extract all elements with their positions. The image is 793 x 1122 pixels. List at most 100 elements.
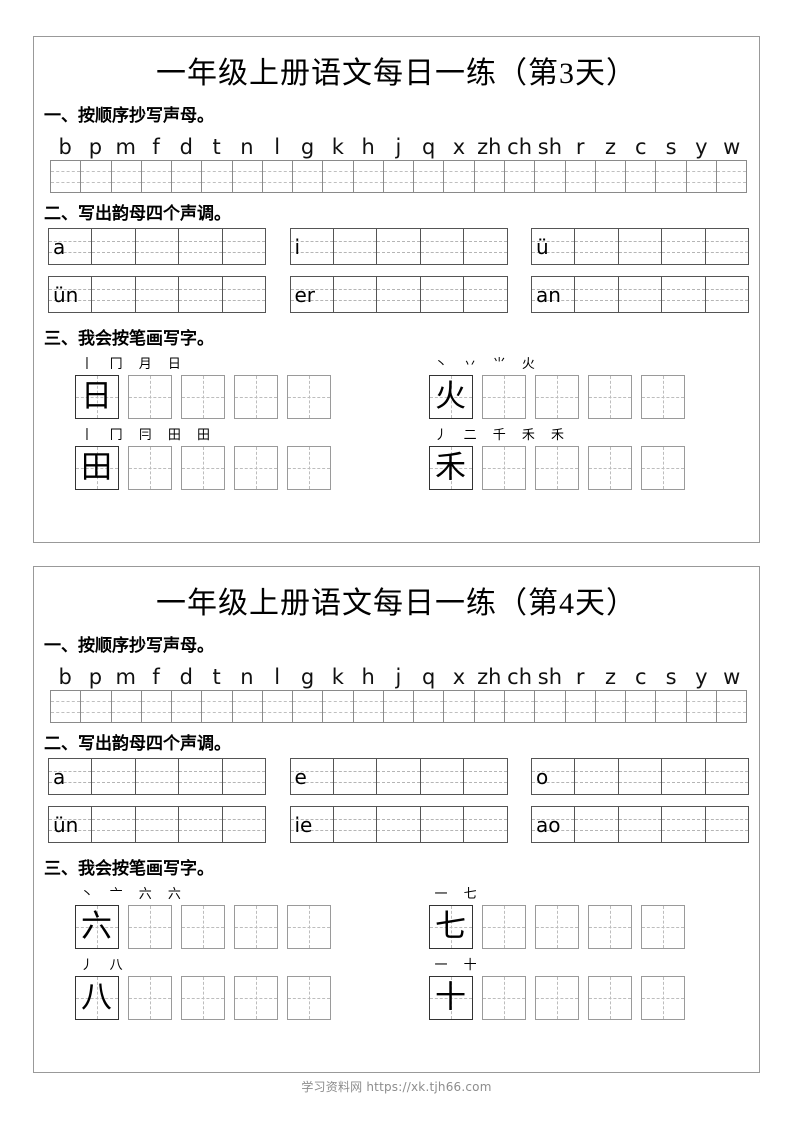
tone-grid-cell[interactable]	[92, 807, 136, 842]
tone-grid-cell[interactable]	[179, 277, 223, 312]
four-line-grid-cell[interactable]	[504, 161, 536, 192]
tone-grid-cell[interactable]	[179, 229, 223, 264]
four-line-grid-cell[interactable]	[716, 161, 748, 192]
tianzige-blank-cell[interactable]	[127, 905, 172, 949]
tone-grid-cell[interactable]	[135, 229, 180, 264]
tianzige-blank-cell[interactable]	[286, 905, 331, 949]
tone-grid-cell[interactable]	[420, 229, 465, 264]
four-line-grid-day4[interactable]	[50, 690, 748, 723]
four-line-grid-cell[interactable]	[141, 691, 173, 722]
tone-grid-cell[interactable]: a	[49, 229, 93, 264]
tone-grid-cell[interactable]	[179, 807, 223, 842]
tianzige-blank-cell[interactable]	[180, 446, 225, 490]
four-line-grid-cell[interactable]	[232, 691, 263, 722]
tone-grid-cell[interactable]	[420, 759, 465, 794]
four-line-grid-cell[interactable]	[202, 691, 233, 722]
tianzige-blank-cell[interactable]	[127, 375, 172, 419]
tianzige-blank-cell[interactable]	[481, 375, 526, 419]
tianzige-blank-cell[interactable]	[587, 905, 632, 949]
tianzige-model-cell[interactable]: 七	[428, 905, 473, 949]
four-line-grid-cell[interactable]	[81, 161, 112, 192]
tianzige-blank-cell[interactable]	[640, 375, 685, 419]
tianzige-blank-cell[interactable]	[180, 976, 225, 1020]
tone-grid-cell[interactable]	[377, 807, 421, 842]
four-line-grid-day3[interactable]	[50, 160, 748, 193]
tone-grid-cell[interactable]	[618, 229, 663, 264]
tone-grid-cell[interactable]	[464, 229, 508, 264]
four-line-grid-cell[interactable]	[172, 161, 203, 192]
four-line-grid-cell[interactable]	[141, 161, 173, 192]
tone-grid-cell[interactable]: ao	[532, 807, 576, 842]
tone-grid-cell[interactable]	[135, 807, 180, 842]
tone-grid-cell[interactable]	[92, 759, 136, 794]
tianzige-model-cell[interactable]: 日	[74, 375, 119, 419]
tianzige-blank-cell[interactable]	[640, 905, 685, 949]
four-line-grid-cell[interactable]	[504, 691, 536, 722]
tone-practice-grid[interactable]: er	[289, 276, 508, 313]
tone-grid-cell[interactable]	[222, 807, 267, 842]
tianzige-blank-cell[interactable]	[587, 976, 632, 1020]
four-line-grid-cell[interactable]	[595, 161, 627, 192]
tone-grid-cell[interactable]: ün	[49, 277, 93, 312]
tianzige-blank-cell[interactable]	[640, 446, 685, 490]
tone-grid-cell[interactable]	[135, 277, 180, 312]
tone-grid-cell[interactable]	[377, 229, 421, 264]
tianzige-blank-cell[interactable]	[481, 976, 526, 1020]
four-line-grid-cell[interactable]	[232, 161, 263, 192]
four-line-grid-cell[interactable]	[656, 161, 687, 192]
tianzige-blank-cell[interactable]	[127, 446, 172, 490]
four-line-grid-cell[interactable]	[383, 691, 415, 722]
tone-practice-grid[interactable]: ie	[289, 806, 508, 843]
four-line-grid-cell[interactable]	[293, 161, 324, 192]
tone-grid-cell[interactable]	[420, 277, 465, 312]
four-line-grid-cell[interactable]	[51, 691, 82, 722]
tone-grid-cell[interactable]	[222, 277, 267, 312]
tone-practice-grid[interactable]: ün	[48, 806, 267, 843]
tianzige-blank-cell[interactable]	[481, 446, 526, 490]
tone-grid-cell[interactable]	[179, 759, 223, 794]
four-line-grid-cell[interactable]	[626, 161, 657, 192]
four-line-grid-cell[interactable]	[535, 691, 566, 722]
tone-grid-cell[interactable]	[662, 229, 706, 264]
tone-grid-cell[interactable]	[333, 277, 378, 312]
tone-grid-cell[interactable]	[222, 759, 267, 794]
tone-grid-cell[interactable]	[92, 229, 136, 264]
four-line-grid-cell[interactable]	[444, 691, 475, 722]
tianzige-model-cell[interactable]: 十	[428, 976, 473, 1020]
tone-grid-cell[interactable]: ün	[49, 807, 93, 842]
tone-grid-cell[interactable]	[464, 807, 508, 842]
tone-grid-cell[interactable]	[333, 759, 378, 794]
tone-grid-cell[interactable]	[420, 807, 465, 842]
four-line-grid-cell[interactable]	[293, 691, 324, 722]
tone-grid-cell[interactable]	[705, 807, 750, 842]
tone-grid-cell[interactable]: er	[290, 277, 334, 312]
tone-practice-grid[interactable]: i	[289, 228, 508, 265]
tone-grid-cell[interactable]	[662, 807, 706, 842]
tone-grid-cell[interactable]	[333, 229, 378, 264]
tianzige-blank-cell[interactable]	[286, 976, 331, 1020]
tone-grid-cell[interactable]	[333, 807, 378, 842]
four-line-grid-cell[interactable]	[656, 691, 687, 722]
tianzige-blank-cell[interactable]	[481, 905, 526, 949]
tone-practice-grid[interactable]: e	[289, 758, 508, 795]
tone-grid-cell[interactable]	[92, 277, 136, 312]
tianzige-blank-cell[interactable]	[180, 905, 225, 949]
tone-practice-grid[interactable]: ün	[48, 276, 267, 313]
tone-grid-cell[interactable]	[575, 759, 619, 794]
tianzige-blank-cell[interactable]	[534, 446, 579, 490]
four-line-grid-cell[interactable]	[111, 691, 142, 722]
tianzige-blank-cell[interactable]	[587, 446, 632, 490]
tone-grid-cell[interactable]	[464, 759, 508, 794]
tianzige-model-cell[interactable]: 田	[74, 446, 119, 490]
tone-grid-cell[interactable]: a	[49, 759, 93, 794]
tone-grid-cell[interactable]	[377, 277, 421, 312]
four-line-grid-cell[interactable]	[414, 161, 445, 192]
tone-grid-cell[interactable]	[662, 759, 706, 794]
tianzige-blank-cell[interactable]	[587, 375, 632, 419]
four-line-grid-cell[interactable]	[626, 691, 657, 722]
tianzige-blank-cell[interactable]	[233, 446, 278, 490]
tone-grid-cell[interactable]	[135, 759, 180, 794]
four-line-grid-cell[interactable]	[565, 691, 596, 722]
tone-grid-cell[interactable]	[575, 277, 619, 312]
four-line-grid-cell[interactable]	[51, 161, 82, 192]
